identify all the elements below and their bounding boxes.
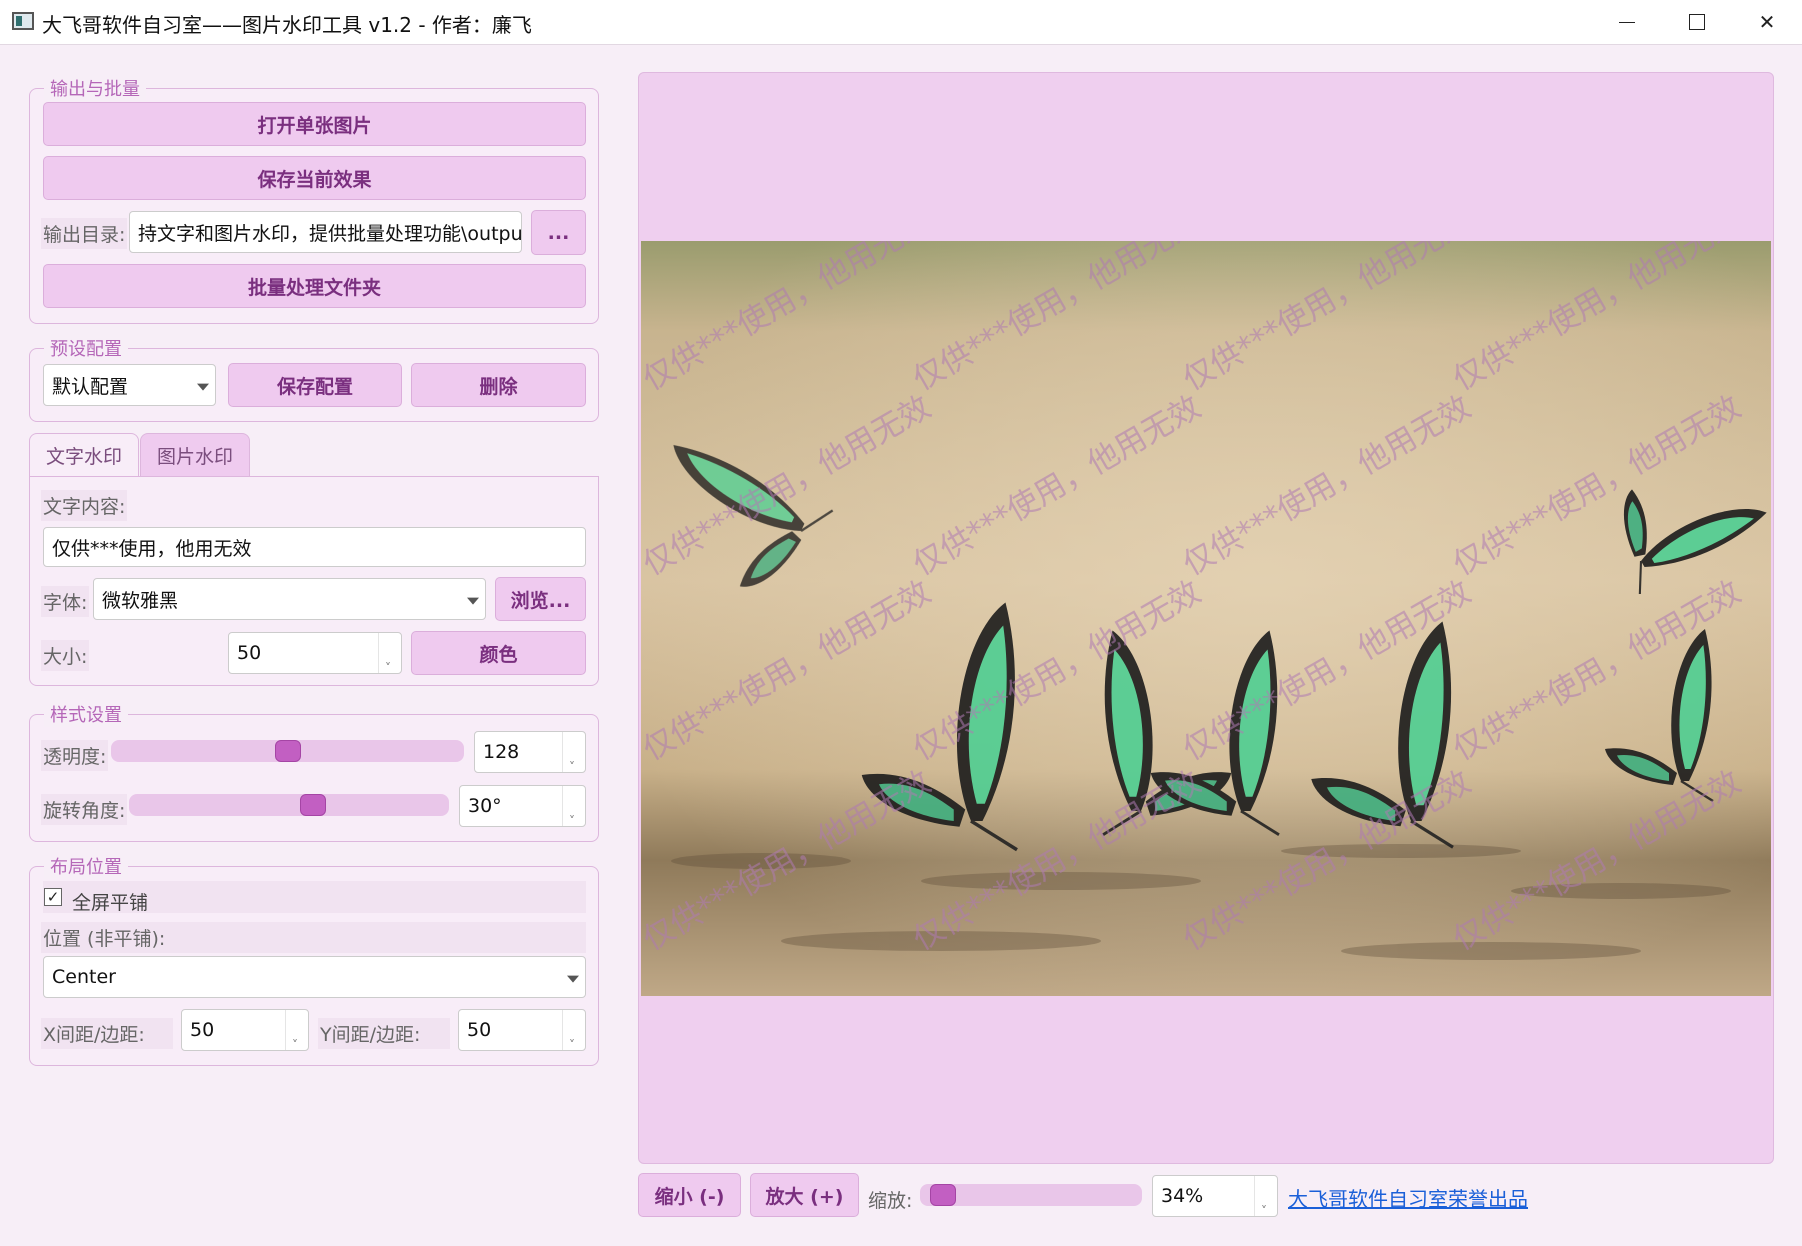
credit-link[interactable]: 大飞哥软件自习室荣誉出品: [1288, 1183, 1528, 1212]
preset-select[interactable]: 默认配置: [43, 364, 216, 406]
spin-arrows-icon[interactable]: [378, 633, 401, 673]
position-select[interactable]: Center: [43, 956, 586, 998]
rotation-slider[interactable]: [129, 794, 449, 816]
window-title: 大飞哥软件自习室——图片水印工具 v1.2 - 作者：廉飞: [42, 13, 532, 37]
tab-text-watermark[interactable]: 文字水印: [29, 433, 139, 477]
rotation-slider-handle[interactable]: [300, 794, 326, 816]
delete-preset-button[interactable]: 删除: [411, 363, 586, 407]
close-icon: ✕: [1758, 10, 1776, 34]
size-spinbox[interactable]: 50: [228, 632, 402, 674]
minimize-icon: [1619, 21, 1635, 23]
layout-group-legend: 布局位置: [44, 853, 128, 879]
opacity-slider-handle[interactable]: [275, 740, 301, 762]
chevron-down-icon: [567, 975, 579, 983]
output-group-legend: 输出与批量: [44, 75, 146, 101]
batch-process-button[interactable]: 批量处理文件夹: [43, 264, 586, 308]
maximize-icon: [1689, 14, 1705, 30]
position-select-value: Center: [52, 966, 116, 988]
browse-font-button[interactable]: 浏览...: [495, 577, 586, 621]
zoom-slider[interactable]: [920, 1184, 1142, 1206]
spin-arrows-icon[interactable]: [562, 732, 585, 772]
chevron-down-icon: [467, 597, 479, 605]
opacity-slider[interactable]: [111, 740, 464, 762]
preview-area[interactable]: 仅供***使用，他用无效 仅供***使用，他用无效 仅供***使用，他用无效 仅…: [638, 72, 1774, 1164]
font-label: 字体:: [41, 586, 90, 617]
zoom-in-button[interactable]: 放大 (+): [750, 1173, 859, 1217]
tile-checkbox[interactable]: ✓: [44, 888, 62, 906]
butterfly-photo: 仅供***使用，他用无效 仅供***使用，他用无效 仅供***使用，他用无效 仅…: [641, 241, 1771, 996]
save-preset-button[interactable]: 保存配置: [228, 363, 402, 407]
y-spacing-spinbox[interactable]: 50: [458, 1009, 586, 1051]
opacity-spinbox[interactable]: 128: [474, 731, 586, 773]
preset-group-legend: 预设配置: [44, 335, 128, 361]
x-spacing-spinbox[interactable]: 50: [181, 1009, 309, 1051]
output-dir-field[interactable]: 持文字和图片水印，提供批量处理功能\output: [129, 211, 522, 253]
text-content-field[interactable]: 仅供***使用，他用无效: [43, 527, 586, 567]
open-single-image-button[interactable]: 打开单张图片: [43, 102, 586, 146]
zoom-label: 缩放:: [868, 1190, 913, 1212]
y-spacing-label: Y间距/边距:: [318, 1018, 450, 1049]
zoom-slider-handle[interactable]: [930, 1184, 956, 1206]
minimize-button[interactable]: [1592, 0, 1662, 44]
maximize-button[interactable]: [1662, 0, 1732, 44]
output-dir-label: 输出目录:: [41, 218, 128, 249]
size-label: 大小:: [41, 640, 90, 671]
rotation-label: 旋转角度:: [41, 794, 128, 825]
zoom-value: 34%: [1161, 1185, 1204, 1207]
tile-label[interactable]: 全屏平铺: [70, 886, 150, 917]
rotation-value: 30°: [468, 795, 502, 817]
color-button[interactable]: 颜色: [411, 631, 586, 675]
spin-arrows-icon[interactable]: [562, 786, 585, 826]
check-icon: ✓: [46, 888, 60, 906]
text-content-label: 文字内容:: [41, 490, 128, 521]
font-select-value: 微软雅黑: [102, 589, 179, 612]
preview-image: 仅供***使用，他用无效 仅供***使用，他用无效 仅供***使用，他用无效 仅…: [641, 241, 1771, 996]
x-spacing-label: X间距/边距:: [41, 1018, 173, 1049]
chevron-down-icon: [197, 383, 209, 391]
style-group-legend: 样式设置: [44, 701, 128, 727]
close-button[interactable]: ✕: [1732, 0, 1802, 44]
browse-output-dir-button[interactable]: ...: [531, 210, 586, 255]
save-current-button[interactable]: 保存当前效果: [43, 156, 586, 200]
rotation-spinbox[interactable]: 30°: [459, 785, 586, 827]
font-select[interactable]: 微软雅黑: [93, 578, 486, 620]
size-value: 50: [237, 642, 262, 664]
spin-arrows-icon[interactable]: [1254, 1176, 1277, 1216]
position-label: 位置 (非平铺):: [41, 922, 586, 953]
opacity-value: 128: [483, 741, 520, 763]
zoom-spinbox[interactable]: 34%: [1152, 1175, 1278, 1217]
title-bar: 大飞哥软件自习室——图片水印工具 v1.2 - 作者：廉飞 ✕: [0, 0, 1802, 45]
tab-image-watermark[interactable]: 图片水印: [140, 433, 250, 477]
preset-select-value: 默认配置: [52, 375, 129, 398]
y-spacing-value: 50: [467, 1019, 492, 1041]
x-spacing-value: 50: [190, 1019, 215, 1041]
app-icon: [12, 12, 34, 30]
spin-arrows-icon[interactable]: [285, 1010, 308, 1050]
zoom-out-button[interactable]: 缩小 (-): [638, 1173, 741, 1217]
spin-arrows-icon[interactable]: [562, 1010, 585, 1050]
opacity-label: 透明度:: [41, 740, 109, 771]
